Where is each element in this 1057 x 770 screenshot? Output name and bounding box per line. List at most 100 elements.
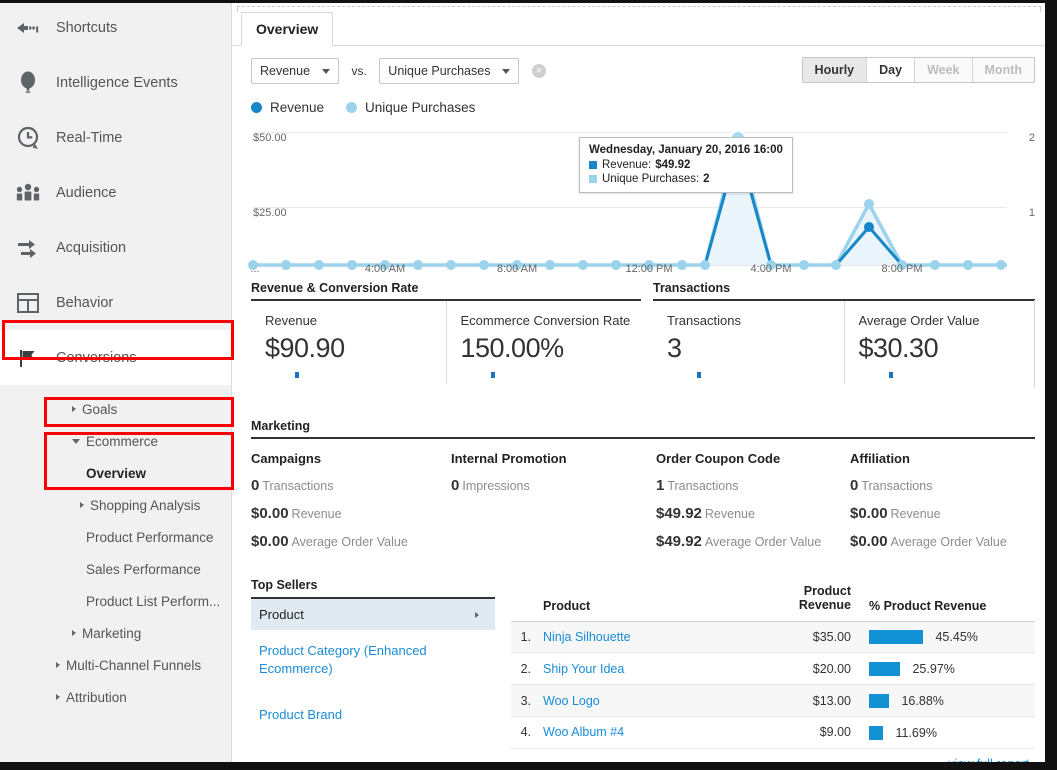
product-link[interactable]: Ninja Silhouette	[543, 630, 631, 644]
sidebar-item-goals[interactable]: Goals	[0, 393, 231, 425]
row-revenue: $20.00	[775, 652, 857, 686]
granularity-hourly-button[interactable]: Hourly	[802, 58, 867, 82]
left-sidebar: Shortcuts Intelligence Events Real-Time …	[0, 0, 232, 770]
product-table: Product Product Revenue % Product Revenu…	[511, 578, 1035, 749]
analytics-ecommerce-overview-screen: Shortcuts Intelligence Events Real-Time …	[0, 0, 1057, 770]
sidebar-item-label: Overview	[86, 465, 147, 481]
card-title: Affiliation	[850, 451, 910, 466]
chevron-right-icon	[72, 630, 76, 636]
remove-comparison-button[interactable]: ×	[531, 64, 546, 78]
sidebar-item-product-performance[interactable]: Product Performance	[0, 521, 231, 553]
top-sellers-item-product-category[interactable]: Product Category (Enhanced Ecommerce)	[251, 630, 495, 685]
metric-ecommerce-conversion-rate: Ecommerce Conversion Rate 150.00%	[447, 301, 642, 384]
sidebar-item-shortcuts[interactable]: Shortcuts	[0, 0, 231, 55]
row-rank: 2.	[511, 652, 537, 686]
sidebar-item-product-list-performance[interactable]: Product List Perform...	[0, 585, 231, 617]
sidebar-item-label: Product Performance	[86, 529, 214, 545]
marketing-cards-row: Campaigns 0 Transactions $0.00 Revenue $0.…	[251, 451, 1035, 550]
product-link[interactable]: Woo Album #4	[543, 725, 624, 739]
arrows-icon	[10, 234, 46, 262]
timeseries-chart[interactable]: $50.00 $25.00 2 1 ... 4:00 AM 8:00 AM 12…	[233, 124, 1045, 279]
sidebar-item-shopping-analysis[interactable]: Shopping Analysis	[0, 489, 231, 521]
sidebar-item-multi-channel-funnels[interactable]: Multi-Channel Funnels	[0, 649, 231, 681]
chevron-right-icon	[72, 406, 76, 412]
sidebar-item-acquisition[interactable]: Acquisition	[0, 220, 231, 275]
card-line: $49.92 Revenue	[656, 505, 850, 522]
sidebar-item-label: Goals	[82, 401, 118, 417]
sidebar-item-label: Intelligence Events	[56, 74, 178, 91]
section-heading: Revenue & Conversion Rate	[251, 281, 641, 301]
sidebar-item-label: Behavior	[56, 294, 114, 311]
tooltip-title: Wednesday, January 20, 2016 16:00	[589, 144, 783, 156]
tab-overview[interactable]: Overview	[241, 12, 334, 46]
top-sellers-item-label: Product Brand	[259, 707, 343, 723]
sidebar-item-sales-performance[interactable]: Sales Performance	[0, 553, 231, 585]
table-row[interactable]: 3. Woo Logo $13.00 16.88%	[511, 684, 1035, 717]
granularity-day-button[interactable]: Day	[866, 58, 915, 82]
card-label: Average Order Value	[291, 535, 408, 549]
percent-bar	[869, 662, 900, 677]
tooltip-row-unique-purchases: Unique Purchases: 2	[589, 173, 783, 185]
table-header-row: Product Product Revenue % Product Revenu…	[511, 578, 1035, 622]
x-tick-label: 8:00 AM	[496, 263, 538, 275]
table-header-percent-product-revenue[interactable]: % Product Revenue	[857, 578, 1035, 622]
sidebar-subnav: Goals Ecommerce Overview Shopping Analys…	[0, 393, 231, 713]
granularity-month-button[interactable]: Month	[971, 58, 1034, 82]
row-revenue: $35.00	[775, 621, 857, 654]
table-row[interactable]: 2. Ship Your Idea $20.00 25.97%	[511, 652, 1035, 686]
sidebar-item-label: Multi-Channel Funnels	[66, 657, 202, 673]
legend-dot-icon	[251, 102, 262, 113]
card-label: Revenue	[890, 507, 941, 521]
card-label: Transactions	[667, 479, 739, 493]
metric-label: Ecommerce Conversion Rate	[460, 313, 631, 328]
sidebar-item-audience[interactable]: Audience	[0, 165, 231, 220]
sidebar-item-behavior[interactable]: Behavior	[0, 275, 231, 330]
sidebar-item-conversions[interactable]: Conversions	[0, 330, 231, 385]
sparkline	[490, 372, 495, 378]
shortcuts-icon	[10, 14, 46, 42]
sidebar-item-attribution[interactable]: Attribution	[0, 681, 231, 713]
percent-bar	[869, 725, 883, 740]
top-sellers-item-product-brand[interactable]: Product Brand	[251, 685, 495, 730]
card-label: Revenue	[291, 507, 342, 521]
row-product[interactable]: Ship Your Idea	[537, 652, 775, 686]
table-row[interactable]: 4. Woo Album #4 $9.00 11.69%	[511, 716, 1035, 749]
sidebar-item-label: Shopping Analysis	[90, 497, 201, 513]
sparkline	[697, 372, 701, 378]
primary-metric-select[interactable]: Revenue	[251, 58, 340, 84]
card-label: Average Order Value	[704, 535, 822, 549]
tooltip-row-value: $49.92	[655, 159, 691, 171]
row-product[interactable]: Ninja Silhouette	[537, 621, 775, 654]
sidebar-item-label: Conversions	[56, 349, 137, 366]
row-product[interactable]: Woo Album #4	[537, 716, 775, 749]
sidebar-item-intelligence-events[interactable]: Intelligence Events	[0, 55, 231, 110]
marketing-card-internal-promotion: Internal Promotion 0 Impressions	[451, 451, 656, 550]
metric-transactions: Transactions 3	[653, 301, 845, 384]
legend-square-icon	[589, 161, 597, 169]
card-title: Order Coupon Code	[656, 451, 781, 466]
row-product[interactable]: Woo Logo	[537, 684, 775, 717]
product-link[interactable]: Woo Logo	[543, 694, 600, 708]
metric-value: $90.90	[265, 333, 345, 363]
row-percent: 16.88%	[857, 684, 1035, 717]
metric-average-order-value: Average Order Value $30.30	[845, 301, 1036, 384]
table-header-product-revenue[interactable]: Product Revenue	[775, 578, 857, 622]
legend-item-unique-purchases[interactable]: Unique Purchases	[346, 100, 475, 115]
metric-value: 3	[667, 333, 682, 363]
sidebar-item-overview[interactable]: Overview	[0, 457, 231, 489]
table-header-product[interactable]: Product	[537, 578, 775, 622]
product-link[interactable]: Ship Your Idea	[543, 662, 624, 676]
secondary-metric-select[interactable]: Unique Purchases	[379, 58, 520, 84]
granularity-week-button[interactable]: Week	[914, 58, 972, 82]
sidebar-item-ecommerce[interactable]: Ecommerce	[0, 425, 231, 457]
marketing-card-order-coupon-code: Order Coupon Code 1 Transactions $49.92 Re…	[656, 451, 850, 550]
legend-dot-icon	[346, 102, 358, 113]
sidebar-item-marketing[interactable]: Marketing	[0, 617, 231, 649]
table-row[interactable]: 1. Ninja Silhouette $35.00 45.45%	[511, 621, 1035, 654]
legend-item-revenue[interactable]: Revenue	[251, 100, 324, 115]
top-sellers-item-product[interactable]: Product	[251, 599, 495, 630]
card-value: $49.92	[656, 533, 702, 550]
card-line: 0 Transactions	[251, 477, 451, 494]
sidebar-item-real-time[interactable]: Real-Time	[0, 110, 231, 165]
tooltip-row-revenue: Revenue: $49.92	[589, 159, 783, 171]
